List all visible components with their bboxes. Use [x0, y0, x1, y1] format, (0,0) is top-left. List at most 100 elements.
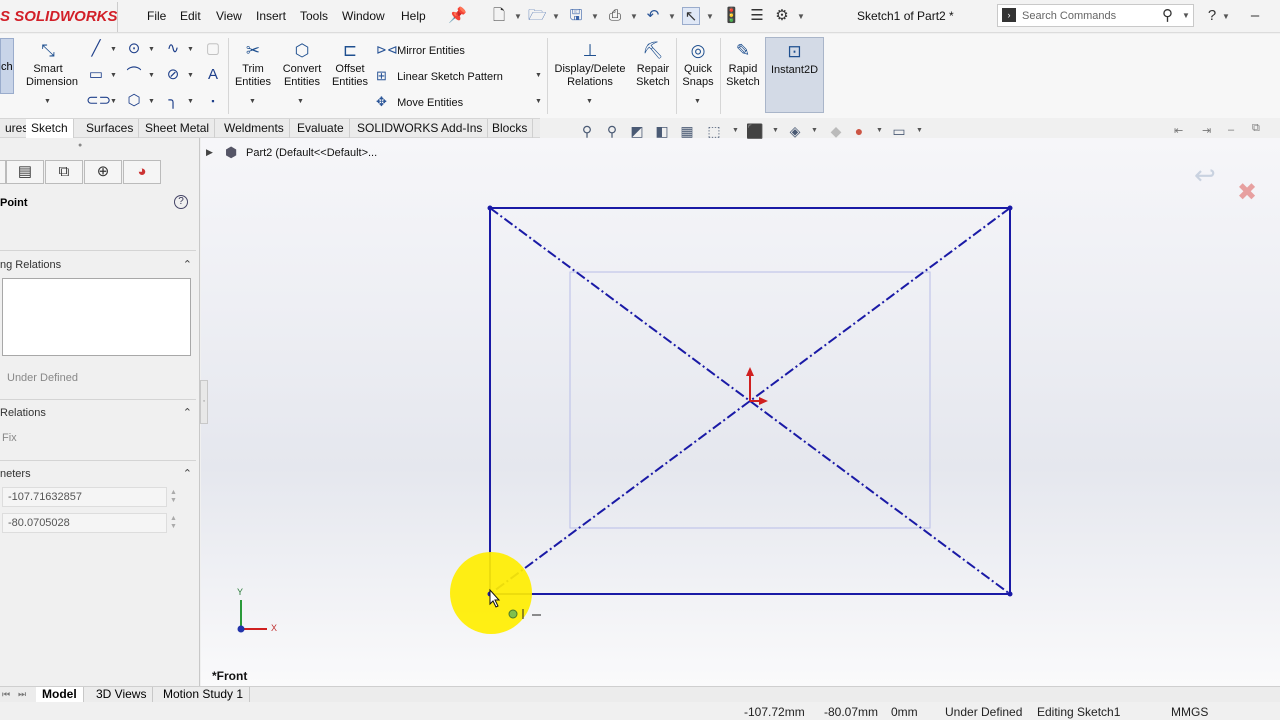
- chevron-down-icon[interactable]: ▼: [110, 72, 117, 79]
- smart-dimension-button[interactable]: ⤡ Smart Dimension: [26, 37, 78, 89]
- zoom-to-area-icon[interactable]: ⚲: [603, 122, 621, 140]
- chevron-down-icon[interactable]: ▼: [811, 127, 818, 134]
- minimize-icon[interactable]: –: [1246, 7, 1264, 25]
- move-entities-button[interactable]: ✥ Move Entities: [376, 94, 463, 110]
- menu-window[interactable]: Window: [342, 9, 385, 23]
- chevron-down-icon[interactable]: ▼: [552, 12, 560, 21]
- options-gear-icon[interactable]: ⚙: [773, 7, 791, 25]
- sketch-canvas[interactable]: [201, 138, 1280, 687]
- tab-blocks[interactable]: Blocks: [487, 119, 534, 138]
- scroll-first-icon[interactable]: ⏮: [2, 689, 10, 700]
- menu-tools[interactable]: Tools: [300, 9, 328, 23]
- chevron-down-icon[interactable]: ▼: [732, 127, 739, 134]
- window-tile-icon[interactable]: ⇥: [1202, 124, 1211, 137]
- mirror-entities-button[interactable]: ⊳⊲ Mirror Entities: [376, 42, 465, 58]
- sketch-point[interactable]: [1007, 205, 1013, 211]
- pin-icon[interactable]: 📌: [448, 7, 467, 25]
- spinner-icon[interactable]: ▲ ▼: [170, 489, 180, 505]
- dimxpert-tab-icon[interactable]: ⊕: [84, 160, 122, 184]
- quick-snaps-button[interactable]: ◎ Quick Snaps: [679, 37, 717, 89]
- property-manager-tab-icon[interactable]: ▤: [6, 160, 44, 184]
- search-commands-input[interactable]: › Search Commands ⚲ ▼: [997, 4, 1194, 27]
- chevron-down-icon[interactable]: ▼: [148, 72, 155, 79]
- view-orientation-icon[interactable]: ⬚: [705, 122, 723, 140]
- chevron-down-icon[interactable]: ▼: [148, 46, 155, 53]
- rectangle-icon[interactable]: ▭: [86, 66, 106, 84]
- sketch-point[interactable]: [487, 205, 493, 211]
- select-cursor-icon[interactable]: ↖: [682, 7, 700, 25]
- tab-solidworks-add-ins[interactable]: SOLIDWORKS Add-Ins: [352, 119, 489, 138]
- tab-weldments[interactable]: Weldments: [219, 119, 290, 138]
- menu-edit[interactable]: Edit: [180, 9, 201, 23]
- chevron-down-icon[interactable]: ▼: [916, 127, 923, 134]
- apply-scene-icon[interactable]: ●: [850, 122, 868, 140]
- add-fix-relation[interactable]: Fix: [2, 432, 17, 444]
- panel-collapse-handle[interactable]: ◦: [200, 380, 208, 424]
- instant2d-button[interactable]: ⊡ Instant2D: [765, 37, 824, 113]
- hide-show-items-icon[interactable]: ◈: [786, 122, 804, 140]
- existing-relations-header[interactable]: ng Relations ⌃: [0, 259, 196, 271]
- menu-insert[interactable]: Insert: [256, 9, 286, 23]
- ellipse-icon[interactable]: ⊘: [163, 66, 183, 84]
- spline-icon[interactable]: ∿: [163, 40, 183, 58]
- status-units[interactable]: MMGS: [1171, 705, 1208, 719]
- tab-sheet-metal[interactable]: Sheet Metal: [140, 119, 216, 138]
- section-view-icon[interactable]: ◧: [653, 122, 671, 140]
- undo-icon[interactable]: ↶: [644, 7, 662, 25]
- graphics-area[interactable]: ▶ ⬢ Part2 (Default<<Default>... ↩ ✖ Y X …: [201, 138, 1280, 687]
- arc-icon[interactable]: ⌒: [124, 66, 144, 84]
- save-icon[interactable]: 🖫: [567, 7, 585, 25]
- tab-sketch[interactable]: Sketch: [26, 119, 74, 138]
- polygon-icon[interactable]: ⬡: [124, 92, 144, 110]
- sketch-button[interactable]: ch: [0, 38, 14, 94]
- chevron-down-icon[interactable]: ▼: [535, 98, 542, 105]
- circle-icon[interactable]: ⊙: [124, 40, 144, 58]
- window-maximize-icon[interactable]: ⧉: [1252, 122, 1260, 135]
- menu-view[interactable]: View: [216, 9, 242, 23]
- spinner-icon[interactable]: ▲ ▼: [170, 515, 180, 531]
- chevron-down-icon[interactable]: ▼: [797, 12, 805, 21]
- chevron-down-icon[interactable]: ▼: [668, 12, 676, 21]
- point-icon[interactable]: ▪: [203, 92, 223, 110]
- dynamic-annotation-icon[interactable]: ▦: [678, 122, 696, 140]
- add-relations-header[interactable]: Relations ⌃: [0, 407, 196, 419]
- chevron-down-icon[interactable]: ▼: [187, 98, 194, 105]
- previous-view-icon[interactable]: ◩: [628, 122, 646, 140]
- sketch-point[interactable]: [1007, 591, 1013, 597]
- chevron-down-icon[interactable]: ▼: [1182, 11, 1190, 20]
- tab-model[interactable]: Model: [36, 687, 84, 702]
- rebuild-icon[interactable]: 🚦: [722, 7, 741, 25]
- chevron-down-icon[interactable]: ▼: [187, 46, 194, 53]
- display-style-icon[interactable]: ⬛: [746, 122, 764, 140]
- chevron-down-icon[interactable]: ▼: [586, 98, 593, 105]
- collapse-chevron-icon[interactable]: ⌃: [183, 258, 192, 271]
- chevron-down-icon[interactable]: ▼: [514, 12, 522, 21]
- help-icon[interactable]: ?: [1203, 7, 1221, 25]
- text-icon[interactable]: A: [203, 66, 223, 84]
- window-restore-icon[interactable]: ⇤: [1174, 124, 1183, 137]
- tab-3d-views[interactable]: 3D Views: [90, 687, 154, 702]
- chevron-down-icon[interactable]: ▼: [249, 98, 256, 105]
- scroll-next-icon[interactable]: ⏭: [18, 689, 26, 700]
- search-icon[interactable]: ⚲: [1162, 6, 1173, 24]
- menu-file[interactable]: File: [147, 9, 166, 23]
- chevron-down-icon[interactable]: ▼: [706, 12, 714, 21]
- file-properties-icon[interactable]: ☰: [748, 7, 766, 25]
- solidworks-logo[interactable]: S SOLIDWORKS: [0, 2, 118, 32]
- parameters-header[interactable]: neters ⌃: [0, 468, 196, 480]
- slot-icon[interactable]: ⊂⊃: [86, 92, 111, 110]
- point-y-coordinate-field[interactable]: -80.0705028: [2, 513, 167, 533]
- chevron-down-icon[interactable]: ▼: [876, 127, 883, 134]
- point-x-coordinate-field[interactable]: -107.71632857: [2, 487, 167, 507]
- zoom-to-fit-icon[interactable]: ⚲: [578, 122, 596, 140]
- display-manager-tab-icon[interactable]: ◕: [123, 160, 161, 184]
- rapid-sketch-button[interactable]: ✎ Rapid Sketch: [723, 37, 763, 89]
- collapse-chevron-icon[interactable]: ⌃: [183, 406, 192, 419]
- tab-evaluate[interactable]: Evaluate: [292, 119, 350, 138]
- line-icon[interactable]: ╱: [86, 40, 106, 58]
- tab-motion-study-1[interactable]: Motion Study 1: [157, 687, 251, 702]
- new-document-icon[interactable]: 🗋: [490, 7, 508, 25]
- view-settings-icon[interactable]: ▭: [890, 122, 908, 140]
- offset-entities-button[interactable]: ⊏ Offset Entities: [330, 37, 370, 89]
- chevron-down-icon[interactable]: ▼: [148, 98, 155, 105]
